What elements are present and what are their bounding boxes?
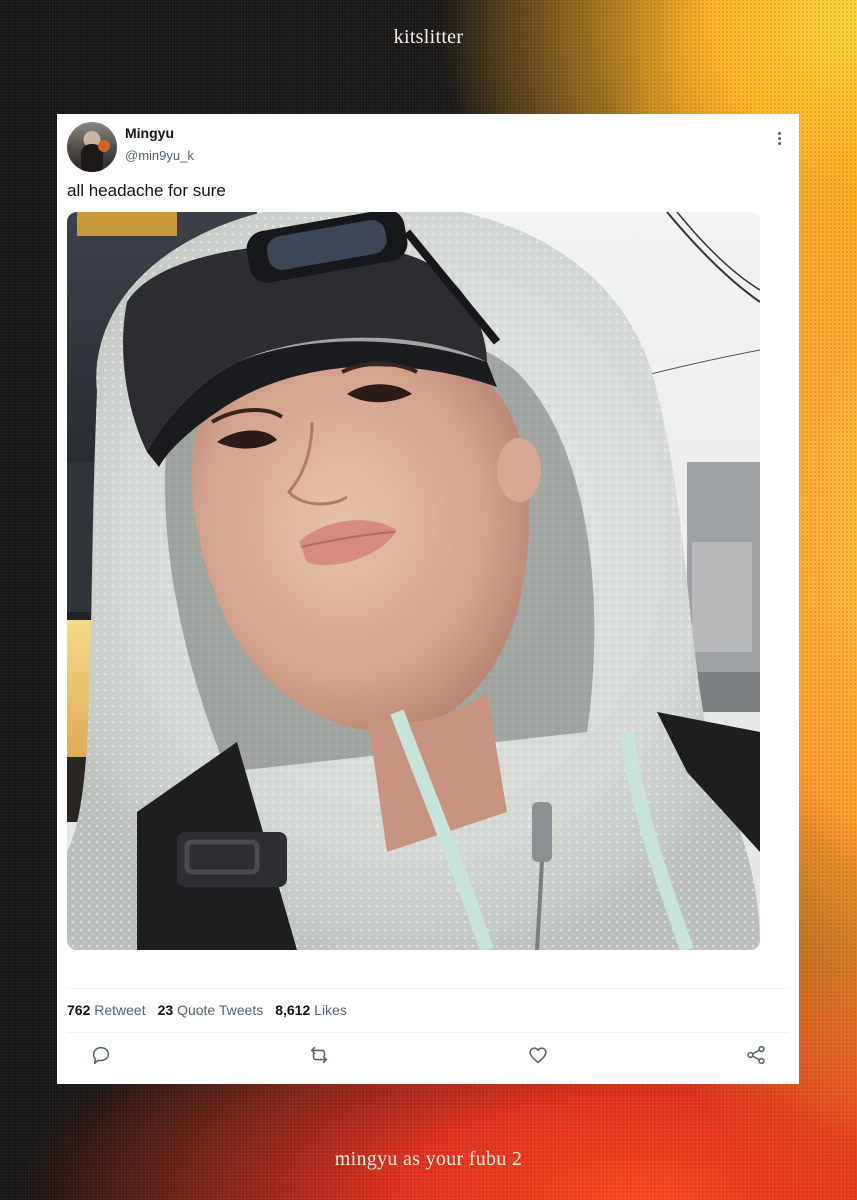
share-button[interactable] — [745, 1044, 767, 1066]
likes-count: 8,612 — [275, 1002, 311, 1018]
quotes-label: Quote Tweets — [177, 1002, 264, 1018]
tweet-text: all headache for sure — [67, 181, 226, 200]
top-caption: kitslitter — [393, 26, 464, 48]
quotes-stat[interactable]: 23 Quote Tweets — [158, 1002, 264, 1018]
quotes-count: 23 — [157, 1002, 174, 1018]
reply-button[interactable] — [90, 1044, 112, 1066]
reply-icon — [92, 1046, 110, 1065]
more-vertical-icon[interactable] — [769, 128, 789, 148]
user-handle[interactable]: @min9yu_k — [125, 148, 194, 163]
like-button[interactable] — [527, 1044, 549, 1066]
retweets-label: Retweet — [94, 1002, 146, 1018]
basketball-icon — [98, 140, 110, 152]
retweet-icon — [310, 1046, 328, 1064]
likes-stat[interactable]: 8,612 Likes — [275, 1002, 347, 1018]
bottom-caption: mingyu as your fubu 2 — [334, 1148, 523, 1170]
retweets-stat[interactable]: 762 Retweet — [67, 1002, 146, 1018]
stats-divider-top — [67, 988, 789, 989]
tweet-stats: 762 Retweet 23 Quote Tweets 8,612 Likes — [67, 1002, 347, 1018]
likes-label: Likes — [314, 1002, 347, 1018]
retweets-count: 762 — [67, 1002, 91, 1018]
selfie-illustration — [67, 212, 760, 950]
retweet-button[interactable] — [308, 1044, 330, 1066]
tweet-card: Mingyu @min9yu_k all headache for sure 7… — [57, 114, 799, 1084]
avatar[interactable] — [67, 122, 117, 172]
heart-icon — [529, 1047, 547, 1064]
tweet-photo[interactable] — [67, 212, 760, 950]
display-name[interactable]: Mingyu — [125, 125, 174, 141]
stats-divider-bottom — [67, 1032, 789, 1033]
share-icon — [747, 1045, 765, 1065]
